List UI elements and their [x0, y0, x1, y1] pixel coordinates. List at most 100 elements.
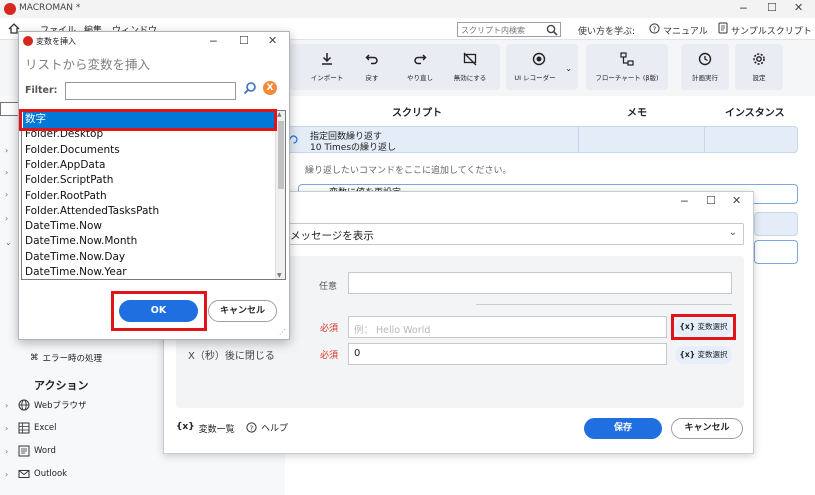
list-scrollbar[interactable]: ▲ ▼ [275, 111, 285, 279]
list-item[interactable]: DateTime.Now [23, 219, 275, 235]
chevron-right-icon[interactable]: › [5, 214, 8, 223]
minimize-icon[interactable]: ─ [681, 195, 688, 208]
app-titlebar: MACROMAN * ─ ☐ ✕ [0, 0, 815, 18]
learn-label: 使い方を学ぶ: [578, 27, 636, 37]
table-row[interactable] [754, 240, 798, 264]
table-row[interactable] [754, 212, 798, 236]
disable-button[interactable]: 無効にする [445, 44, 495, 90]
maximize-icon[interactable]: ☐ [706, 194, 716, 207]
excel-icon [18, 422, 30, 434]
variable-list-link[interactable]: {x} 変数一覧 [176, 422, 235, 435]
manual-link[interactable]: マニュアル [663, 24, 708, 37]
download-icon [320, 52, 334, 66]
sample-script-link[interactable]: サンプルスクリプト [731, 24, 812, 37]
close-after-input[interactable]: 0 [348, 343, 667, 365]
highlight-selected-variable [19, 109, 277, 131]
required-label: 必須 [320, 351, 339, 361]
redo-icon [413, 52, 427, 66]
close-icon[interactable]: ✕ [794, 1, 803, 14]
scroll-up-icon[interactable]: ▲ [277, 111, 282, 118]
message-input[interactable]: 例： Hello World [348, 316, 667, 338]
list-item[interactable]: Folder.ScriptPath [23, 173, 275, 189]
table-row[interactable]: 指定回数繰り返す 10 Timesの繰り返し [285, 126, 798, 153]
sidebar-search-fragment[interactable] [0, 102, 20, 116]
undo-icon [365, 52, 379, 66]
scroll-down-icon[interactable]: ▼ [277, 272, 282, 279]
script-search-input[interactable] [458, 24, 542, 37]
sidebar-item-error-handling[interactable]: ⌘ エラー時の処理 [30, 352, 102, 364]
actions-heading: アクション [34, 379, 89, 392]
cancel-button[interactable]: キャンセル [208, 300, 277, 322]
table-row[interactable]: 繰り返したいコマンドをここに追加してください。 [305, 163, 511, 176]
cancel-button[interactable]: キャンセル [671, 418, 743, 439]
maximize-icon[interactable]: ☐ [767, 1, 777, 14]
search-icon[interactable] [243, 81, 257, 95]
message-var-select-button[interactable]: {x} 変数選択 [675, 318, 732, 336]
list-item[interactable]: DateTime.Now.Day [23, 250, 275, 266]
list-item[interactable]: DateTime.Now.Month [23, 234, 275, 250]
word-icon [18, 445, 30, 457]
filter-label: Filter: [25, 85, 58, 96]
minimize-icon[interactable]: ─ [210, 35, 217, 48]
help-circle-icon: ? [649, 23, 660, 34]
clock-icon [698, 52, 712, 66]
save-button[interactable]: 保存 [584, 418, 662, 439]
column-memo: メモ [627, 108, 647, 119]
ok-button[interactable]: OK [119, 300, 198, 322]
list-item[interactable]: Folder.AttendedTasksPath [23, 204, 275, 220]
command-type-value: メッセージを表示 [290, 230, 374, 242]
flowchart-button[interactable]: フローチャート (β版) [586, 44, 668, 90]
filter-input[interactable] [65, 82, 236, 100]
minimize-icon[interactable]: ─ [740, 2, 747, 15]
undo-button[interactable]: 戻す [353, 44, 391, 90]
globe-icon [18, 399, 30, 411]
flowchart-icon [620, 52, 634, 66]
help-link[interactable]: ? ヘルプ [246, 421, 288, 434]
resize-grip-icon[interactable]: ⋰ [279, 328, 286, 336]
variable-icon: {x} [679, 322, 696, 331]
svg-text:?: ? [653, 25, 657, 33]
chevron-right-icon[interactable]: › [5, 146, 8, 155]
chevron-right-icon[interactable]: › [5, 401, 8, 410]
chevron-down-icon: ⌄ [728, 227, 737, 238]
optional-input[interactable] [348, 272, 732, 294]
list-item[interactable]: Folder.AppData [23, 158, 275, 174]
close-icon[interactable]: ✕ [268, 34, 277, 47]
sidebar-item-excel[interactable]: Excel [18, 422, 57, 434]
close-icon[interactable]: ✕ [732, 194, 741, 207]
ui-recorder-button[interactable]: UI レコーダー ⌄ [506, 44, 578, 90]
chevron-right-icon[interactable]: › [5, 168, 8, 177]
script-search[interactable] [457, 22, 561, 37]
chevron-right-icon[interactable]: › [5, 190, 8, 199]
schedule-button[interactable]: 計画実行 [681, 44, 729, 90]
settings-button[interactable]: 設定 [735, 44, 783, 90]
column-instance: インスタンス [725, 108, 785, 119]
list-item[interactable]: Folder.Documents [23, 143, 275, 159]
sidebar-item-outlook[interactable]: Outlook [18, 468, 67, 480]
insert-variable-dialog: 変数を挿入 ─ ☐ ✕ リストから変数を挿入 Filter: X 数字 Folde… [18, 31, 290, 340]
sample-script-icon [718, 22, 728, 34]
chevron-right-icon[interactable]: › [5, 470, 8, 479]
scrollbar-thumb[interactable] [278, 121, 284, 189]
chevron-down-icon[interactable]: ⌄ [565, 64, 572, 73]
maximize-icon[interactable]: ☐ [239, 34, 249, 47]
chevron-right-icon[interactable]: › [5, 424, 8, 433]
help-circle-icon: ? [246, 422, 257, 433]
variable-list[interactable]: 数字 Folder.Desktop Folder.Documents Folder.A… [21, 110, 286, 280]
close-after-label: X（秒）後に閉じる [188, 351, 275, 362]
close-after-var-select-button[interactable]: {x} 変数選択 [675, 346, 732, 364]
list-item[interactable]: Folder.RootPath [23, 189, 275, 205]
variable-icon: {x} [679, 350, 696, 359]
list-item[interactable]: DateTime.Now.Year [23, 265, 275, 279]
svg-text:?: ? [250, 424, 254, 432]
redo-button[interactable]: やり直し [398, 44, 442, 90]
chevron-right-icon[interactable]: › [5, 447, 8, 456]
sidebar-item-word[interactable]: Word [18, 445, 56, 457]
chevron-down-icon[interactable]: ⌄ [5, 238, 12, 247]
import-button[interactable]: インポート [305, 44, 349, 90]
variable-icon: {x} [176, 422, 195, 432]
search-icon[interactable] [546, 24, 558, 36]
sidebar-item-webbrowser[interactable]: Webブラウザ [18, 399, 87, 411]
command-type-select[interactable]: メッセージを表示 ⌄ [284, 223, 744, 245]
clear-filter-icon[interactable]: X [263, 81, 277, 95]
